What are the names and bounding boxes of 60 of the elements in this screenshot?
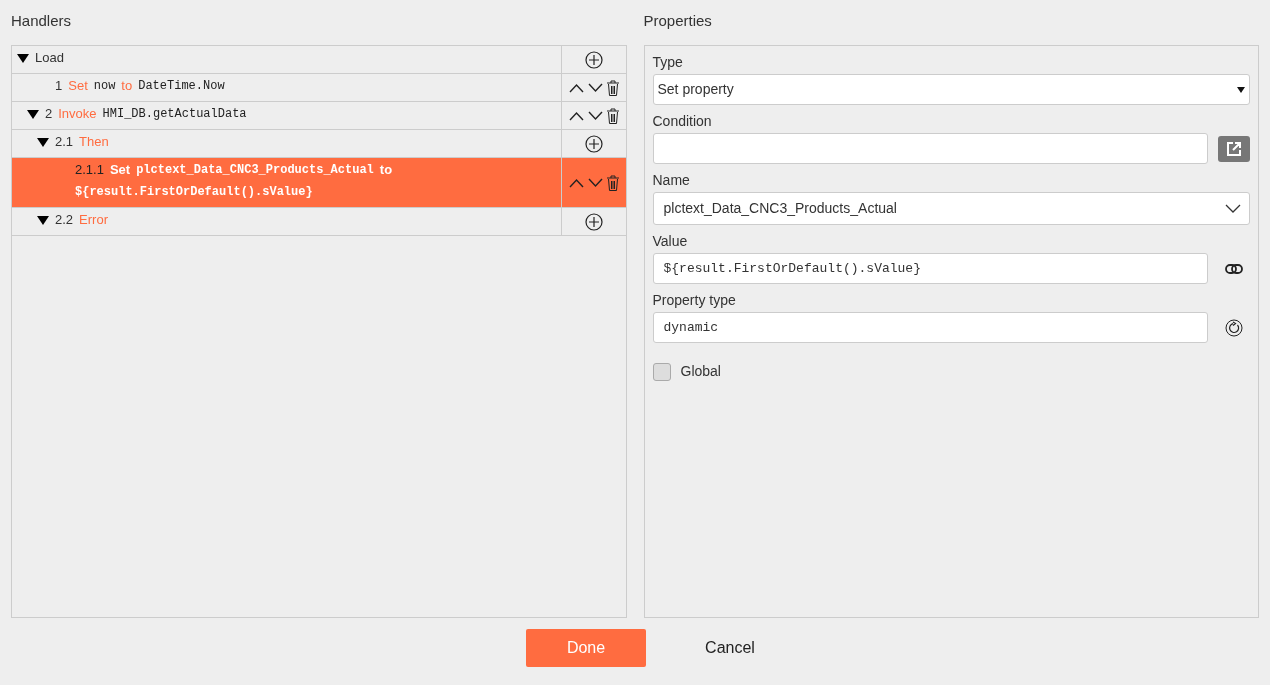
chevron-down-icon [1225,203,1241,214]
input-field[interactable]: dynamic [652,312,1208,343]
chevron-up-icon[interactable] [568,177,584,188]
tree-row[interactable]: 2 Invoke HMI_DB.getActualData [12,102,626,130]
checkbox-label: Global [680,362,721,381]
row-number: 2.1.1 [75,161,104,179]
code-text: DateTime.Now [138,78,225,95]
field-label: Condition [652,112,713,131]
code-text: plctext_Data_CNC3_Products_Actual [136,162,374,179]
checkbox[interactable] [652,362,671,381]
tree-row[interactable]: 2.1.1 Set plctext_Data_CNC3_Products_Actual to ${result.FirstOrDefault().sValue} [12,158,626,208]
panel-title: Properties [643,11,713,31]
keyword: Set [109,161,131,179]
link-icon[interactable] [1225,262,1243,275]
keyword: to [379,161,393,179]
chevron-down-icon[interactable] [587,82,603,93]
field-label: Name [652,171,691,190]
collapse-triangle-icon[interactable] [37,215,49,225]
input-field[interactable]: ${result.FirstOrDefault().sValue} [652,253,1208,284]
code-text: ${result.FirstOrDefault().sValue} [75,184,313,201]
trash-icon[interactable] [606,79,619,96]
chevron-down-icon[interactable] [587,110,603,121]
dropdown-field[interactable]: plctext_Data_CNC3_Products_Actual [652,192,1250,225]
cancel-button[interactable]: Cancel [686,629,774,667]
field-label: Property type [652,291,737,310]
add-icon[interactable] [584,50,603,69]
collapse-triangle-icon[interactable] [27,109,39,119]
chevron-up-icon[interactable] [568,82,584,93]
external-link-icon [1226,140,1242,157]
collapse-triangle-icon[interactable] [17,53,29,63]
input-field[interactable] [652,133,1208,164]
row-label: Load [35,49,64,67]
panel-title: Handlers [11,11,73,31]
trash-icon[interactable] [606,107,619,124]
tree-row[interactable]: 1 Set now to DateTime.Now [12,74,626,102]
keyword: Invoke [58,105,97,123]
select-field[interactable]: Set property [652,74,1250,105]
row-number: 2.1 [55,133,74,151]
refresh-icon[interactable] [1225,318,1243,337]
trash-icon[interactable] [606,174,619,191]
keyword: to [121,77,133,95]
keyword: Set [68,77,88,95]
code-text: HMI_DB.getActualData [102,106,247,123]
chevron-up-icon[interactable] [568,110,584,121]
row-number: 1 [55,77,63,95]
row-number: 2.2 [55,211,74,229]
keyword: Then [79,133,109,151]
chevron-down-icon[interactable] [587,177,603,188]
tree-row[interactable]: 2.2 Error [12,208,626,236]
field-label: Value [652,232,689,251]
field-label: Type [652,53,684,72]
keyword: Error [79,211,108,229]
add-icon[interactable] [584,212,603,231]
code-text: now [93,78,116,95]
dropdown-arrow-icon [1237,86,1245,93]
row-number: 2 [45,105,53,123]
add-icon[interactable] [584,134,603,153]
tree-row[interactable]: Load [12,46,626,74]
collapse-triangle-icon[interactable] [37,137,49,147]
open-external-button[interactable] [1218,135,1250,162]
